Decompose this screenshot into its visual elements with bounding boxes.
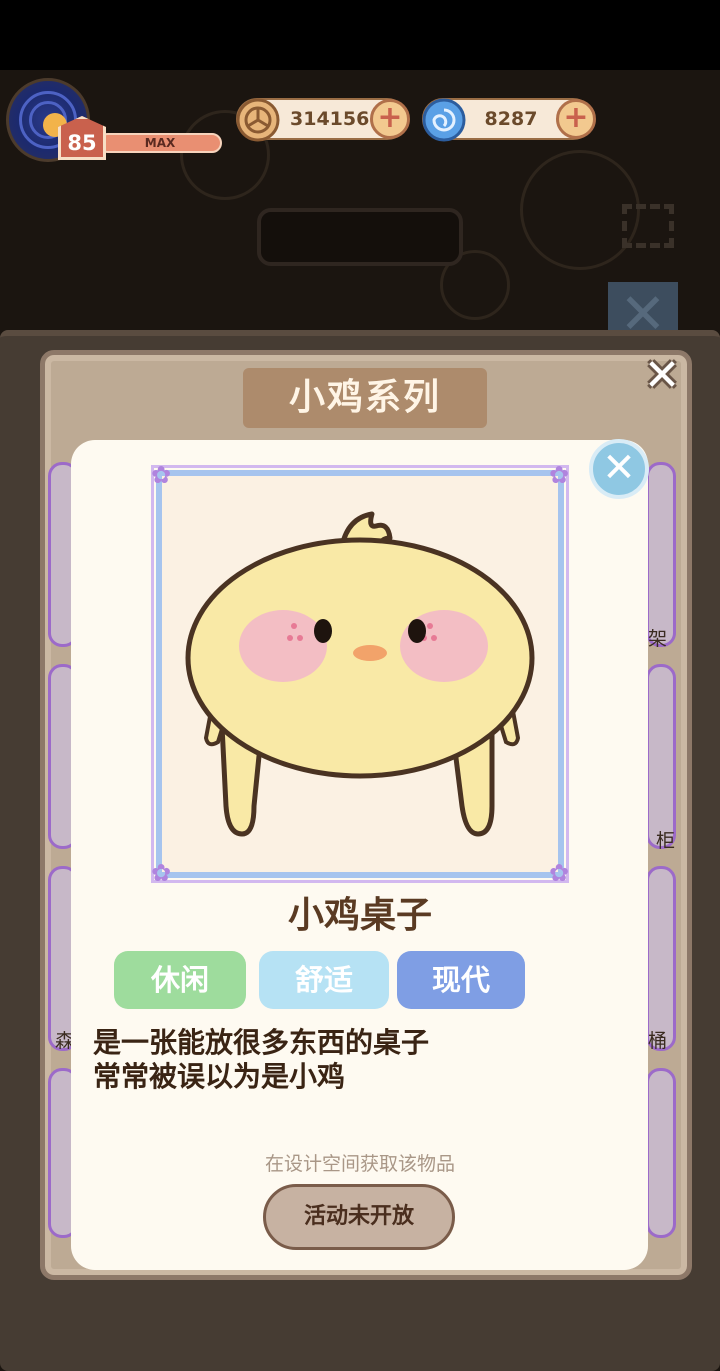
collection-slot[interactable] — [646, 664, 676, 849]
description-line: 常常被误以为是小鸡 — [93, 1060, 346, 1093]
coin-counter: 314156 + — [236, 98, 410, 142]
background-hide-icon — [622, 204, 674, 248]
coin-value: 314156 — [290, 108, 370, 130]
bow-icon: ✿ — [150, 859, 172, 887]
activity-status-button[interactable]: 活动未开放 — [263, 1184, 455, 1250]
slot-label: 柜 — [656, 830, 676, 852]
item-description: 是一张能放很多东西的桌子 常常被误以为是小鸡 — [93, 1026, 593, 1094]
collection-slot[interactable] — [646, 1068, 676, 1238]
tag-badge: 休闲 — [114, 951, 246, 1009]
swirl-gem-icon — [422, 98, 466, 142]
tag-badge: 舒适 — [259, 951, 389, 1009]
bow-icon: ✿ — [548, 461, 570, 489]
item-illustration-frame: ✿ ✿ ✿ ✿ — [151, 462, 569, 886]
add-coins-button[interactable]: + — [370, 99, 410, 139]
item-name: 小鸡桌子 — [287, 895, 432, 936]
tag-badge: 现代 — [397, 951, 525, 1009]
slot-label: 架 — [648, 628, 668, 650]
close-panel-button[interactable]: ✕ — [641, 354, 683, 398]
chick-table-illustration — [185, 511, 535, 837]
add-gems-button[interactable]: + — [556, 99, 596, 139]
slot-label: 桶 — [648, 1030, 668, 1052]
level-value: 85 — [67, 131, 97, 155]
close-card-button[interactable]: ✕ — [589, 439, 649, 499]
background-menu-box — [257, 208, 463, 266]
xp-bar: MAX — [98, 133, 222, 153]
collection-slot[interactable] — [646, 462, 676, 647]
gem-counter: 8287 + — [422, 98, 596, 142]
description-line: 是一张能放很多东西的桌子 — [93, 1026, 430, 1059]
xp-label: MAX — [144, 136, 176, 150]
bow-icon: ✿ — [548, 859, 570, 887]
coin-icon — [236, 98, 280, 142]
series-title: 小鸡系列 — [243, 368, 487, 428]
gem-value: 8287 — [484, 108, 538, 130]
collection-slot[interactable] — [646, 866, 676, 1051]
bow-icon: ✿ — [150, 461, 172, 489]
obtain-hint: 在设计空间获取该物品 — [264, 1153, 455, 1175]
